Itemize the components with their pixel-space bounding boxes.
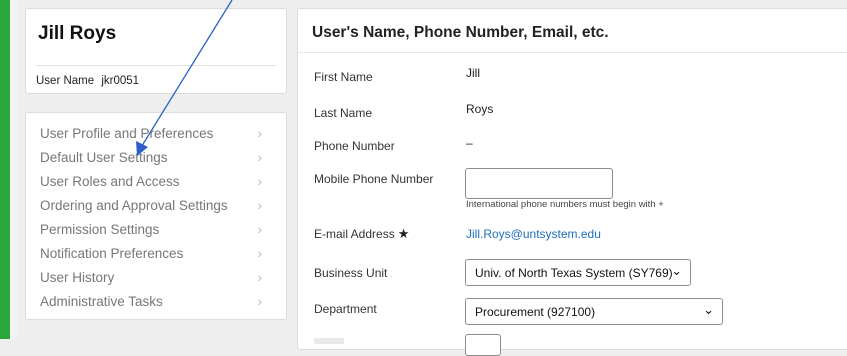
business-unit-select[interactable]: Univ. of North Texas System (SY769) ⌄ [465, 259, 691, 286]
department-value: Procurement (927100) [475, 305, 596, 319]
last-name-value: Roys [466, 102, 494, 116]
user-display-name: Jill Roys [38, 23, 117, 44]
user-card: Jill Roys User Name jkr0051 [25, 8, 287, 94]
chevron-right-icon: › [257, 173, 262, 189]
nav-item-user-history[interactable]: User History › [40, 268, 274, 290]
user-details-panel: User's Name, Phone Number, Email, etc. F… [297, 8, 847, 356]
nav-item-label: User Profile and Preferences [40, 126, 214, 141]
nav-item-label: Ordering and Approval Settings [40, 198, 228, 213]
chevron-right-icon: › [257, 245, 262, 261]
mobile-phone-label: Mobile Phone Number [314, 172, 434, 186]
nav-item-default-user-settings[interactable]: Default User Settings › [40, 148, 274, 170]
business-unit-label: Business Unit [314, 266, 388, 280]
department-select[interactable]: Procurement (927100) ⌄ [465, 298, 723, 325]
nav-item-label: Notification Preferences [40, 246, 184, 261]
mobile-phone-hint: International phone numbers must begin w… [466, 199, 664, 210]
chevron-right-icon: › [257, 125, 262, 141]
chevron-down-icon: ⌄ [671, 263, 682, 278]
required-star-icon: ★ [397, 226, 410, 241]
email-label: E-mail Address [314, 227, 395, 241]
nav-item-label: Administrative Tasks [40, 294, 163, 309]
nav-item-administrative-tasks[interactable]: Administrative Tasks › [40, 292, 274, 314]
username-value: jkr0051 [101, 75, 140, 87]
divider [298, 52, 847, 53]
first-name-value: Jill [466, 66, 480, 80]
chevron-right-icon: › [257, 269, 262, 285]
phone-number-label: Phone Number [314, 139, 395, 153]
last-name-label: Last Name [314, 106, 373, 120]
phone-number-value: – [466, 136, 473, 150]
chevron-right-icon: › [257, 149, 262, 165]
first-name-label: First Name [314, 70, 373, 84]
left-gutter [10, 0, 18, 339]
settings-nav: User Profile and Preferences › Default U… [25, 112, 287, 320]
department-label: Department [314, 302, 377, 316]
username-row: User Name jkr0051 [36, 75, 139, 87]
divider [36, 65, 276, 66]
nav-item-label: Default User Settings [40, 150, 168, 165]
nav-item-label: User Roles and Access [40, 174, 180, 189]
nav-item-ordering-and-approval-settings[interactable]: Ordering and Approval Settings › [40, 196, 274, 218]
business-unit-value: Univ. of North Texas System (SY769) [475, 266, 673, 280]
mobile-phone-input[interactable] [465, 168, 613, 199]
chevron-right-icon: › [257, 221, 262, 237]
nav-item-label: Permission Settings [40, 222, 160, 237]
panel-title: User's Name, Phone Number, Email, etc. [312, 24, 609, 41]
username-label: User Name [36, 75, 95, 87]
nav-item-user-profile-and-preferences[interactable]: User Profile and Preferences › [40, 124, 274, 146]
green-accent-bar [0, 0, 10, 339]
nav-item-notification-preferences[interactable]: Notification Preferences › [40, 244, 274, 266]
partial-input[interactable] [465, 334, 501, 356]
chevron-down-icon: ⌄ [703, 302, 714, 317]
email-label-row: E-mail Address ★ [314, 226, 409, 242]
nav-item-permission-settings[interactable]: Permission Settings › [40, 220, 274, 242]
chevron-right-icon: › [257, 197, 262, 213]
nav-item-label: User History [40, 270, 115, 285]
email-link[interactable]: Jill.Roys@untsystem.edu [466, 227, 601, 241]
chevron-right-icon: › [257, 293, 262, 309]
nav-item-user-roles-and-access[interactable]: User Roles and Access › [40, 172, 274, 194]
